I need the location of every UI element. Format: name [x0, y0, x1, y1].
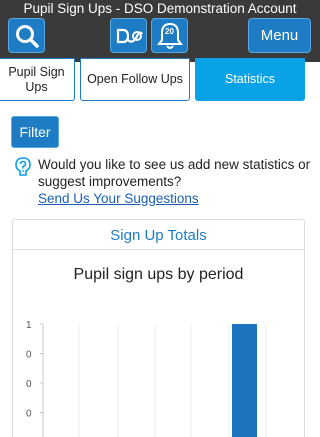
dso-logo-button[interactable]	[110, 18, 147, 53]
panel-heading: Sign Up Totals	[13, 220, 304, 250]
y-tick-label: 0	[26, 409, 32, 420]
search-button[interactable]	[8, 18, 45, 53]
bell-icon	[157, 22, 183, 49]
suggestion-text: Would you like to see us add new statist…	[38, 156, 318, 207]
bar-0	[232, 324, 257, 437]
tab-statistics[interactable]: Statistics	[195, 58, 305, 101]
notifications-button[interactable]: 20	[151, 18, 188, 53]
question-bulb-icon	[15, 157, 31, 176]
sign-ups-chart: 1 0 0 0	[26, 320, 267, 437]
search-icon	[15, 24, 39, 48]
tab-pupil-sign-ups[interactable]: Pupil Sign Ups	[0, 58, 75, 101]
sign-up-totals-panel: Sign Up Totals Pupil sign ups by period …	[12, 219, 305, 437]
notification-count: 20	[165, 27, 174, 36]
y-tick-label: 0	[26, 379, 32, 390]
dso-logo-icon	[116, 28, 143, 43]
y-tick-label: 0	[26, 350, 32, 361]
y-tick-label: 1	[26, 320, 32, 331]
suggestion-message: Would you like to see us add new statist…	[38, 157, 311, 189]
tab-bar: Pupil Sign Ups Open Follow Ups Statistic…	[0, 58, 320, 102]
tab-open-follow-ups[interactable]: Open Follow Ups	[80, 58, 190, 101]
menu-button[interactable]: Menu	[248, 18, 311, 53]
suggestions-link[interactable]: Send Us Your Suggestions	[38, 191, 199, 206]
chart-title: Pupil sign ups by period	[73, 266, 244, 283]
page-title: Pupil Sign Ups - DSO Demonstration Accou…	[23, 1, 297, 16]
top-bar: Pupil Sign Ups - DSO Demonstration Accou…	[0, 0, 320, 62]
filter-button[interactable]: Filter	[11, 116, 59, 148]
